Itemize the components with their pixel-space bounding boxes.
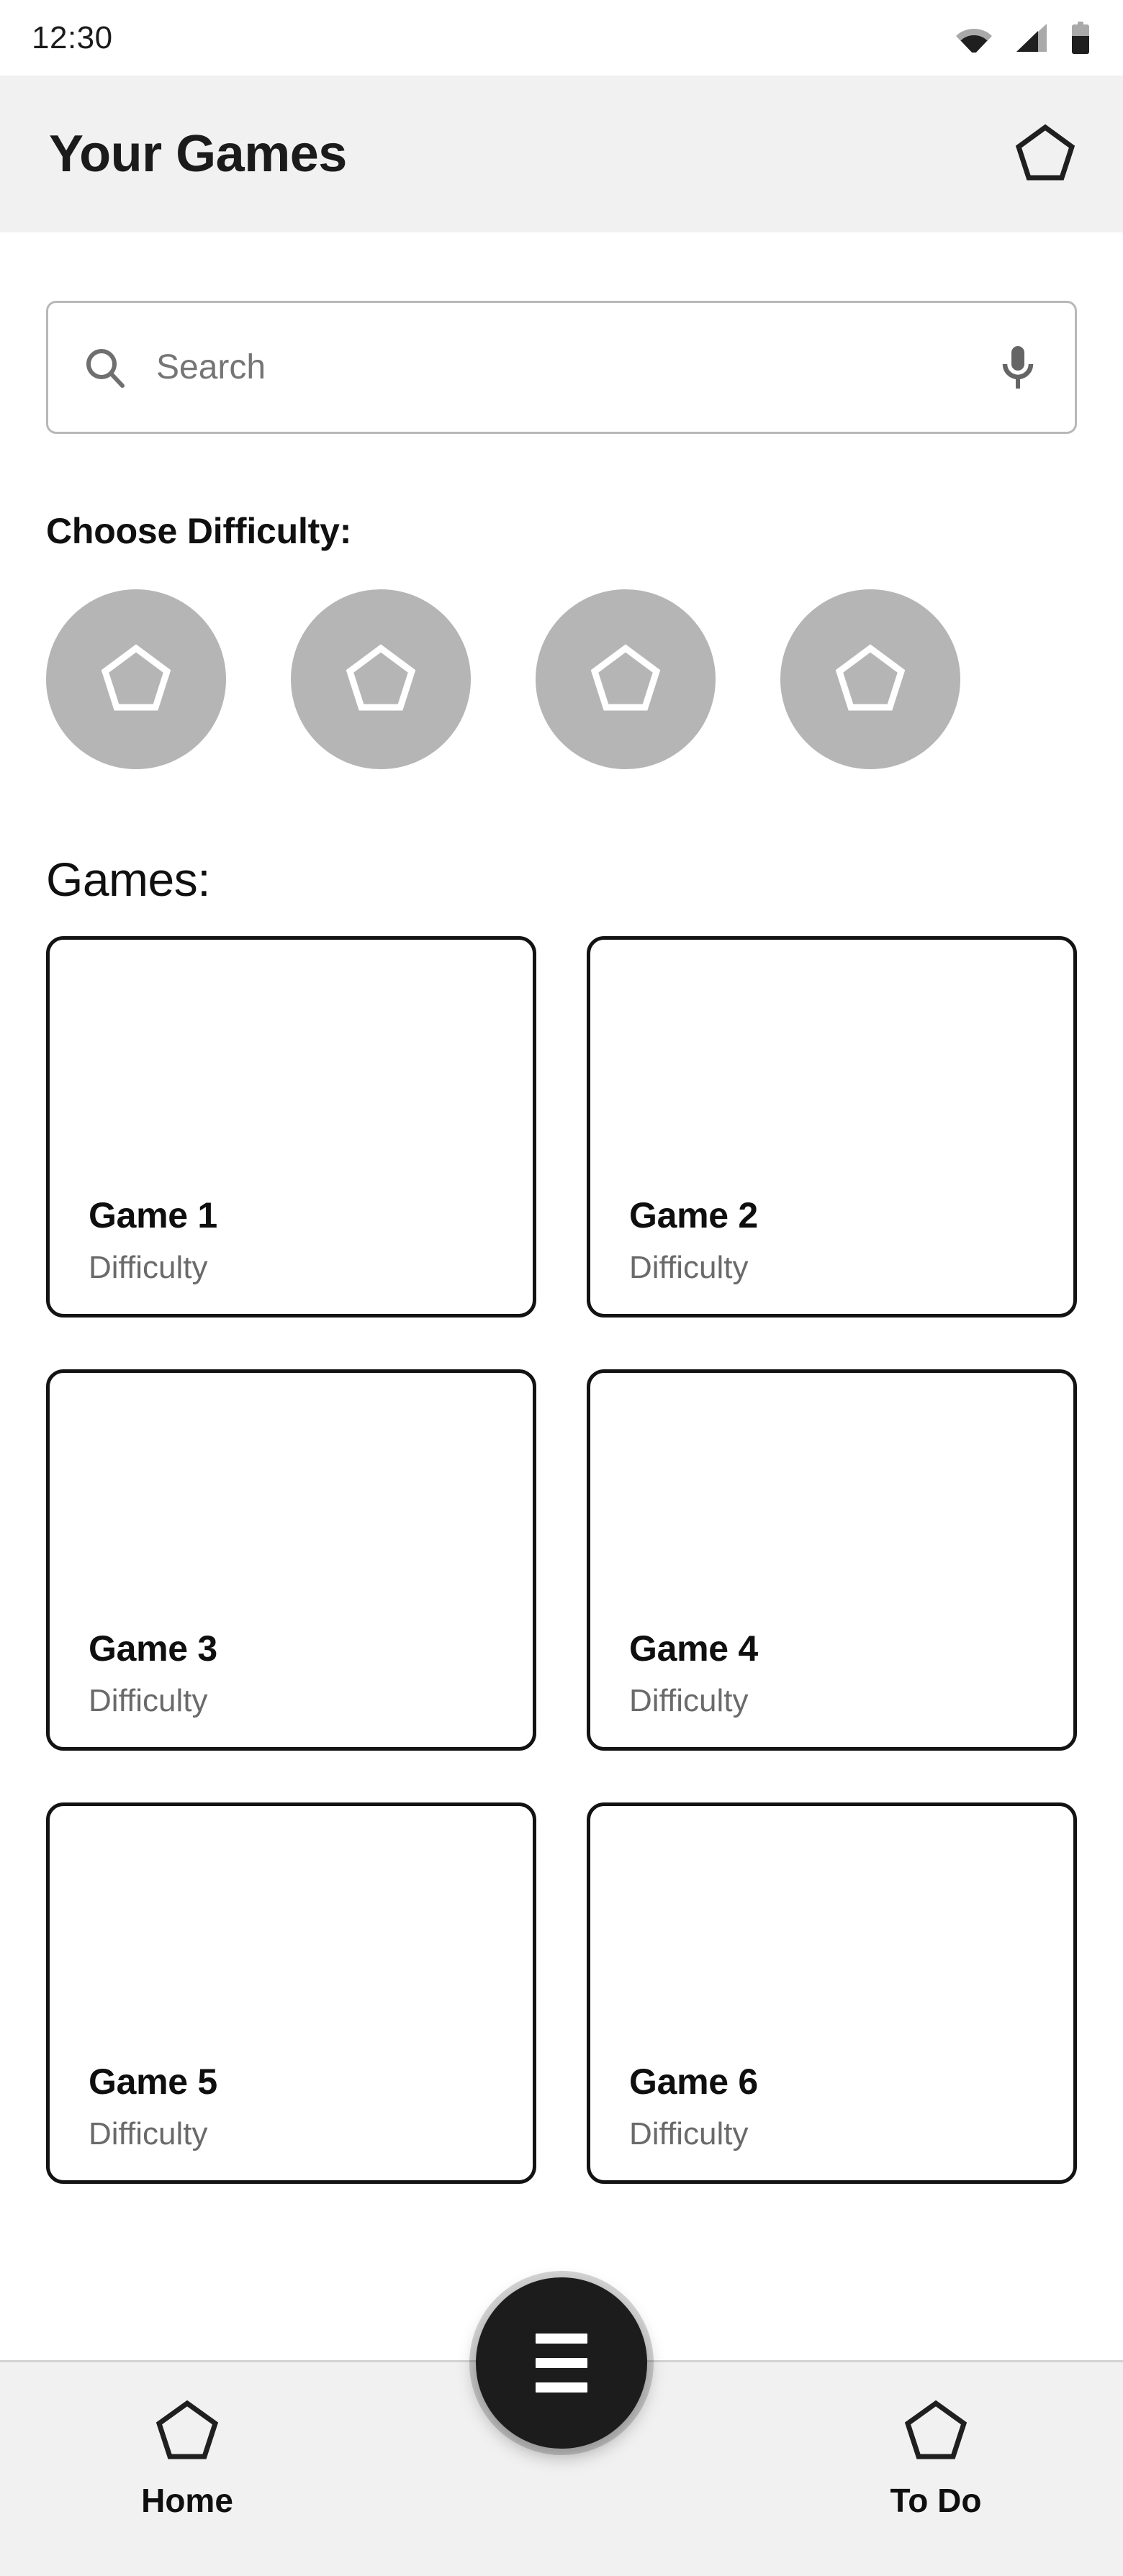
status-bar-icons — [955, 21, 1091, 55]
games-section: Games: Game 1 Difficulty Game 2 Difficul… — [46, 856, 1077, 2184]
difficulty-chip-2[interactable] — [291, 589, 471, 769]
app-screen: 12:30 Your Games Search Choose Difficult… — [0, 0, 1123, 2576]
menu-fab-button[interactable] — [476, 2277, 647, 2449]
game-card-title: Game 1 — [89, 1195, 217, 1235]
pentagon-icon — [154, 2398, 220, 2465]
sidebar-item-todo[interactable]: To Do — [806, 2398, 1065, 2517]
pentagon-icon — [99, 643, 173, 717]
game-card-difficulty: Difficulty — [89, 2116, 208, 2151]
game-card-title: Game 4 — [629, 1628, 758, 1669]
difficulty-label: Choose Difficulty: — [46, 511, 352, 551]
game-card-difficulty: Difficulty — [629, 1683, 749, 1718]
difficulty-section: Choose Difficulty: — [46, 513, 1077, 769]
cellular-signal-icon — [1015, 23, 1048, 53]
search-section — [46, 232, 1077, 434]
game-card-difficulty: Difficulty — [89, 1683, 208, 1718]
search-bar[interactable] — [46, 301, 1077, 434]
page-title: Your Games — [49, 125, 347, 183]
game-card-title: Game 3 — [89, 1628, 217, 1669]
main-content: Choose Difficulty: — [0, 232, 1123, 2360]
game-card-title: Game 2 — [629, 1195, 758, 1235]
status-bar-clock: 12:30 — [32, 19, 113, 55]
difficulty-chip-1[interactable] — [46, 589, 226, 769]
pentagon-icon — [344, 643, 418, 717]
search-input[interactable] — [156, 348, 967, 387]
pentagon-icon — [1014, 123, 1076, 186]
game-card-difficulty: Difficulty — [89, 1250, 208, 1285]
game-card-difficulty: Difficulty — [629, 2116, 749, 2151]
difficulty-chip-row — [46, 589, 1077, 769]
wifi-icon — [955, 24, 993, 53]
difficulty-chip-3[interactable] — [536, 589, 716, 769]
games-label: Games: — [46, 853, 211, 906]
game-card[interactable]: Game 1 Difficulty — [46, 936, 536, 1318]
difficulty-chip-4[interactable] — [780, 589, 960, 769]
pentagon-icon — [589, 643, 662, 717]
microphone-icon[interactable] — [993, 343, 1043, 393]
search-icon — [80, 343, 130, 393]
hamburger-menu-icon — [536, 2334, 587, 2393]
app-bar-pentagon-button[interactable] — [1005, 114, 1086, 194]
status-bar: 12:30 — [0, 0, 1123, 76]
game-card[interactable]: Game 4 Difficulty — [587, 1369, 1077, 1751]
sidebar-item-home[interactable]: Home — [58, 2398, 317, 2517]
game-card-title: Game 5 — [89, 2062, 217, 2102]
game-card[interactable]: Game 6 Difficulty — [587, 1802, 1077, 2184]
pentagon-icon — [834, 643, 907, 717]
sidebar-item-label: Home — [141, 2482, 233, 2519]
bottom-navigation-bar: Home To Do — [0, 2277, 1123, 2576]
pentagon-icon — [903, 2398, 969, 2465]
game-card-difficulty: Difficulty — [629, 1250, 749, 1285]
game-card-title: Game 6 — [629, 2062, 758, 2102]
game-card[interactable]: Game 2 Difficulty — [587, 936, 1077, 1318]
battery-icon — [1070, 21, 1091, 55]
games-grid: Game 1 Difficulty Game 2 Difficulty Game… — [46, 936, 1077, 2184]
app-bar: Your Games — [0, 76, 1123, 232]
game-card[interactable]: Game 3 Difficulty — [46, 1369, 536, 1751]
game-card[interactable]: Game 5 Difficulty — [46, 1802, 536, 2184]
sidebar-item-label: To Do — [890, 2482, 982, 2519]
